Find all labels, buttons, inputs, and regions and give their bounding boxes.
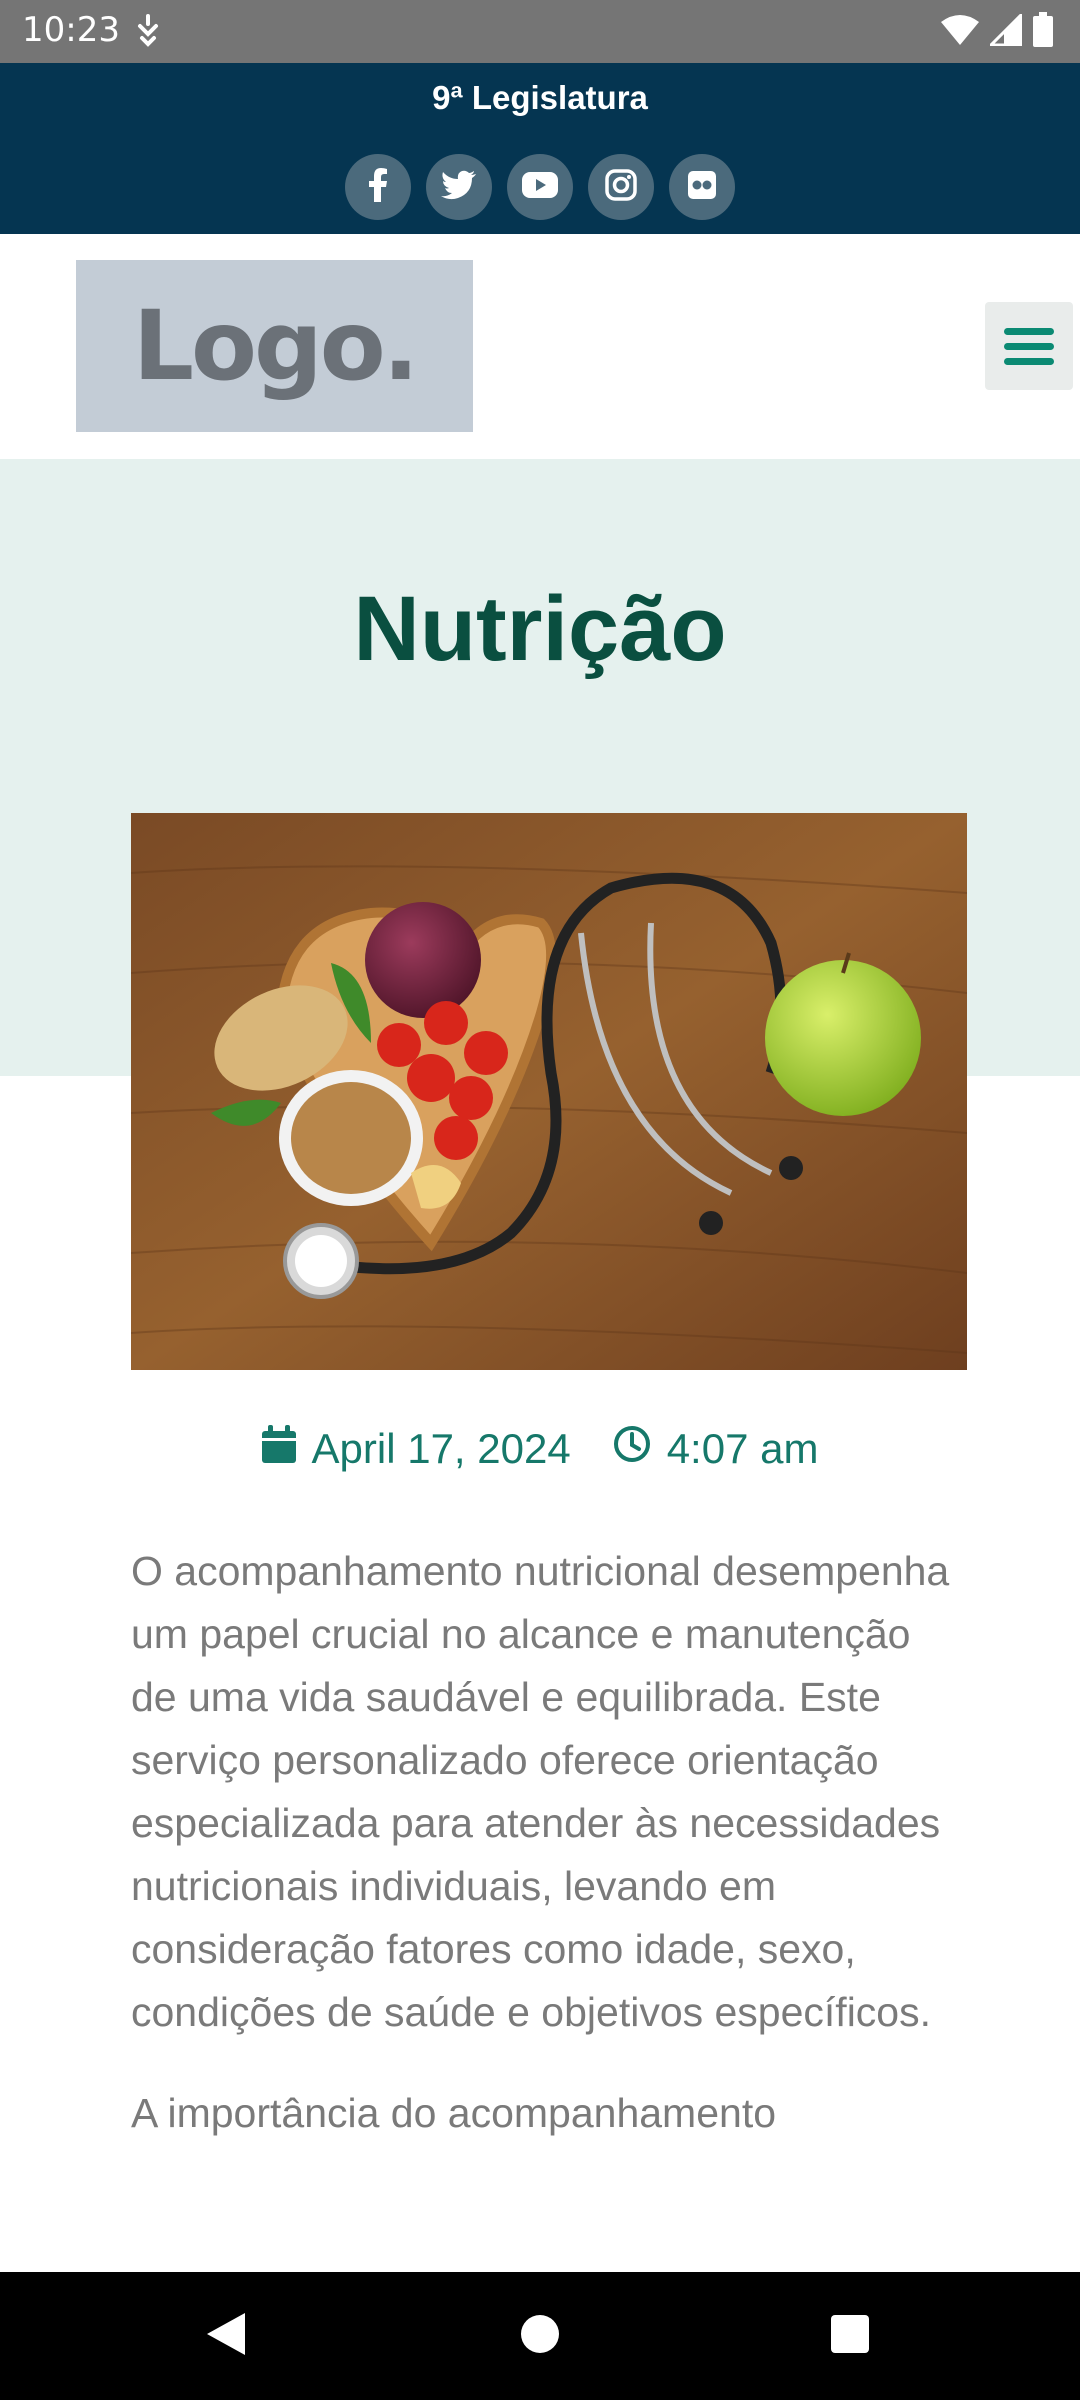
instagram-link[interactable] bbox=[588, 154, 654, 220]
site-header: Logo. bbox=[0, 234, 1080, 459]
youtube-icon bbox=[522, 171, 558, 203]
twitter-link[interactable] bbox=[426, 154, 492, 220]
hamburger-icon bbox=[1004, 327, 1054, 335]
site-logo[interactable]: Logo. bbox=[76, 260, 473, 432]
post-time-text: 4:07 am bbox=[666, 1425, 819, 1472]
post-meta: April 17, 2024 4:07 am bbox=[0, 1425, 1080, 1473]
featured-image bbox=[131, 813, 967, 1370]
paragraph: A importância do acompanhamento bbox=[131, 2090, 777, 2136]
legislatura-label: 9ª Legislatura bbox=[432, 79, 648, 116]
top-bar: 9ª Legislatura bbox=[0, 63, 1080, 234]
instagram-icon bbox=[605, 168, 637, 206]
recents-icon bbox=[830, 2314, 870, 2359]
wifi-icon bbox=[940, 14, 980, 51]
youtube-link[interactable] bbox=[507, 154, 573, 220]
facebook-icon bbox=[363, 167, 393, 207]
back-button[interactable] bbox=[194, 2304, 258, 2368]
status-time: 10:23 bbox=[22, 10, 120, 50]
paragraph: O acompanhamento nutricional desempenha … bbox=[131, 1548, 950, 2035]
back-icon bbox=[205, 2311, 247, 2362]
post-date-text: April 17, 2024 bbox=[311, 1425, 571, 1472]
battery-icon bbox=[1032, 11, 1054, 53]
menu-button[interactable] bbox=[985, 302, 1073, 390]
post-time[interactable]: 4:07 am bbox=[613, 1425, 819, 1473]
calendar-icon bbox=[261, 1425, 296, 1473]
status-bar: 10:23 bbox=[0, 0, 1080, 63]
flickr-icon bbox=[687, 170, 717, 205]
system-nav-bar bbox=[0, 2272, 1080, 2400]
home-button[interactable] bbox=[508, 2304, 572, 2368]
facebook-link[interactable] bbox=[345, 154, 411, 220]
home-icon bbox=[520, 2314, 560, 2359]
recents-button[interactable] bbox=[818, 2304, 882, 2368]
logo-text: Logo. bbox=[132, 290, 419, 402]
post-content: O acompanhamento nutricional desempenha … bbox=[131, 1540, 961, 2183]
notification-icon bbox=[134, 14, 162, 48]
signal-icon bbox=[987, 10, 1023, 51]
flickr-link[interactable] bbox=[669, 154, 735, 220]
clock-icon bbox=[613, 1425, 651, 1473]
twitter-icon bbox=[441, 170, 477, 205]
post-date[interactable]: April 17, 2024 bbox=[261, 1425, 571, 1473]
social-links bbox=[0, 154, 1080, 220]
page-title: Nutrição bbox=[353, 578, 727, 680]
